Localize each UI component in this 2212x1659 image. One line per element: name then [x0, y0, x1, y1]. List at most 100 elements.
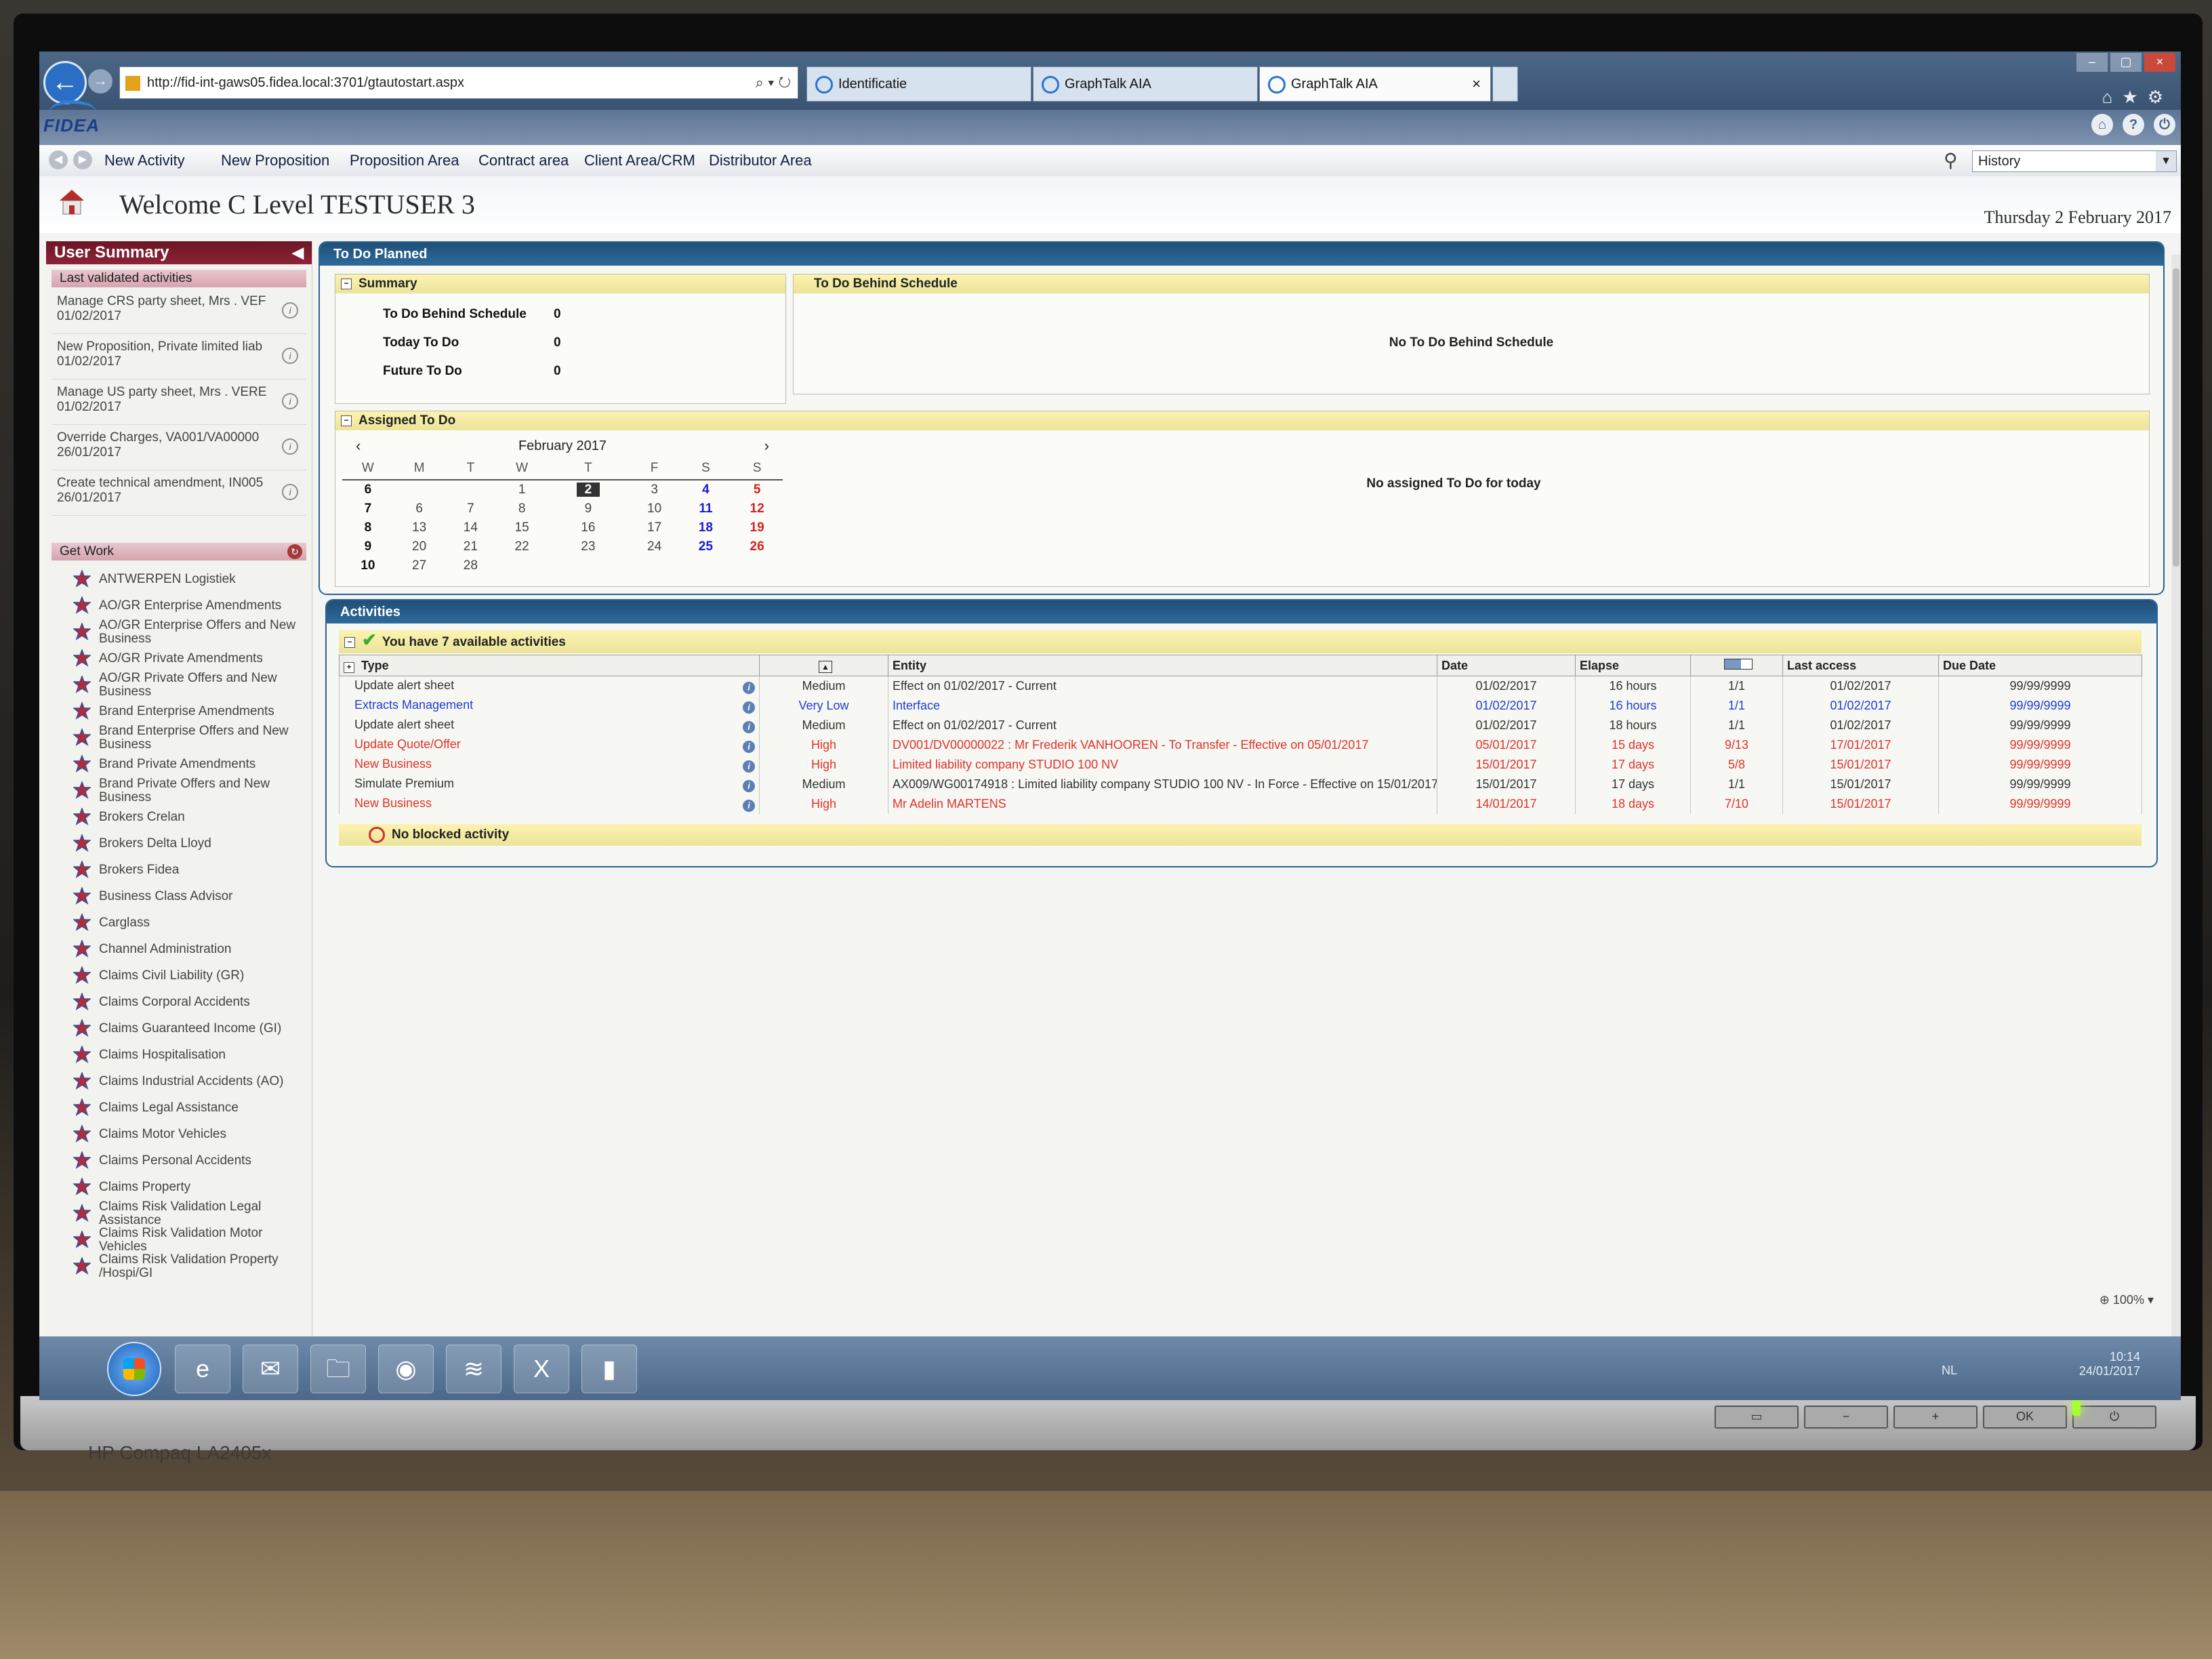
get-work-item[interactable]: Claims Industrial Accidents (AO)	[46, 1068, 312, 1094]
calendar-day[interactable]: 3	[629, 480, 680, 499]
col-due-date[interactable]: Due Date	[1938, 655, 2142, 676]
menu-new-proposition[interactable]: New Proposition	[221, 145, 329, 176]
get-work-item[interactable]: AO/GR Private Offers and New Business	[46, 671, 312, 698]
favorites-star-icon[interactable]: ★	[2122, 87, 2147, 107]
tab-identificatie[interactable]: Identificatie	[806, 66, 1031, 102]
info-icon[interactable]: i	[743, 800, 755, 812]
get-work-item[interactable]: Claims Personal Accidents	[46, 1147, 312, 1174]
recent-activity-item[interactable]: Create technical amendment, IN005 26/01/2…	[52, 472, 306, 516]
refresh-icon[interactable]: ↻	[778, 74, 791, 91]
get-work-item[interactable]: Claims Property	[46, 1174, 312, 1200]
col-progress[interactable]	[1690, 655, 1783, 676]
activity-entity[interactable]: AX009/WG00174918 : Limited liability com…	[888, 775, 1437, 794]
minimize-button[interactable]: –	[2076, 53, 2108, 72]
home-icon[interactable]: ⌂	[2102, 87, 2123, 107]
collapse-minus-icon[interactable]: −	[344, 636, 355, 648]
calendar-day[interactable]: 6	[394, 499, 445, 518]
activity-entity[interactable]: Limited liability company STUDIO 100 NV	[888, 755, 1437, 775]
calendar-day[interactable]: 10	[629, 499, 680, 518]
menu-contract-area[interactable]: Contract area	[478, 145, 569, 176]
col-date[interactable]: Date	[1437, 655, 1576, 676]
tab-graphtalk-2[interactable]: GraphTalk AIA ×	[1259, 66, 1491, 102]
activity-type[interactable]: Update alert sheet i	[339, 676, 760, 696]
get-work-item[interactable]: Brokers Fidea	[46, 857, 312, 883]
menu-forward-icon[interactable]: ▶	[73, 150, 92, 169]
search-icon[interactable]: ⌕	[756, 74, 764, 91]
calendar-day[interactable]: 19	[731, 518, 783, 537]
col-priority[interactable]: ▲	[759, 655, 888, 676]
menu-client-area-crm[interactable]: Client Area/CRM	[584, 145, 695, 176]
activity-entity[interactable]: Effect on 01/02/2017 - Current	[888, 676, 1437, 696]
zoom-level[interactable]: ⊕ 100% ▾	[2100, 1293, 2154, 1307]
menu-proposition-area[interactable]: Proposition Area	[350, 145, 459, 176]
activity-type[interactable]: Update alert sheet i	[339, 716, 760, 735]
get-work-item[interactable]: Claims Guaranteed Income (GI)	[46, 1015, 312, 1042]
get-work-item[interactable]: Brokers Crelan	[46, 804, 312, 830]
new-tab-button[interactable]	[1492, 66, 1518, 102]
logout-icon[interactable]: ⏻	[2154, 114, 2175, 136]
activity-row[interactable]: New Business i High Mr Adelin MARTENS 14/01/…	[339, 794, 2142, 814]
start-button[interactable]	[107, 1342, 161, 1396]
menu-new-activity[interactable]: New Activity	[104, 145, 185, 176]
menu-back-icon[interactable]: ◀	[49, 150, 68, 169]
outlook-taskbar-icon[interactable]: ✉	[243, 1345, 298, 1393]
scrollbar-thumb[interactable]	[2173, 268, 2179, 567]
menu-distributor-area[interactable]: Distributor Area	[709, 145, 812, 176]
calendar-day[interactable]: 14	[445, 518, 497, 537]
calendar-day[interactable]: 2	[548, 480, 629, 499]
monitor-plus-button[interactable]: +	[1893, 1406, 1978, 1429]
page-scrollbar[interactable]	[2171, 255, 2181, 1339]
calendar-day[interactable]: 22	[496, 537, 548, 556]
excel-taskbar-icon[interactable]: X	[514, 1345, 569, 1393]
monitor-power-button[interactable]: ⏻	[2072, 1406, 2156, 1429]
address-tools[interactable]: ⌕ ▾ ↻	[756, 67, 791, 98]
get-work-item[interactable]: Brokers Delta Lloyd	[46, 830, 312, 857]
recent-activity-item[interactable]: New Proposition, Private limited liab 01/…	[52, 335, 306, 380]
get-work-item[interactable]: AO/GR Enterprise Offers and New Business	[46, 618, 312, 645]
get-work-item[interactable]: Claims Civil Liability (GR)	[46, 962, 312, 989]
activity-entity[interactable]: DV001/DV00000022 : Mr Frederik VANHOOREN…	[888, 735, 1437, 755]
recent-activity-item[interactable]: Override Charges, VA001/VA00000 26/01/201…	[52, 426, 306, 470]
priority-sort-icon[interactable]: ▲	[819, 660, 832, 673]
calendar-day[interactable]: 24	[629, 537, 680, 556]
chrome-taskbar-icon[interactable]: ◉	[378, 1345, 434, 1393]
info-icon[interactable]: i	[282, 438, 298, 455]
activity-row[interactable]: New Business i High Limited liability compa…	[339, 755, 2142, 775]
get-work-item[interactable]: Claims Corporal Accidents	[46, 989, 312, 1015]
activity-type[interactable]: Extracts Management i	[339, 696, 760, 716]
get-work-item[interactable]: Brand Private Offers and New Business	[46, 777, 312, 804]
activity-entity[interactable]: Mr Adelin MARTENS	[888, 794, 1437, 814]
collapse-minus-icon[interactable]: −	[341, 278, 352, 289]
activity-row[interactable]: Update Quote/Offer i High DV001/DV00000022 …	[339, 735, 2142, 755]
calendar-day[interactable]: 18	[680, 518, 731, 537]
recent-activity-item[interactable]: Manage CRS party sheet, Mrs . VEF 01/02/2…	[52, 290, 306, 334]
system-clock[interactable]: 10:14 24/01/2017	[2079, 1350, 2140, 1378]
tab-graphtalk-1[interactable]: GraphTalk AIA	[1033, 66, 1258, 102]
calendar-day[interactable]: 23	[548, 537, 629, 556]
calendar-day[interactable]: 21	[445, 537, 497, 556]
calendar-day[interactable]: 25	[680, 537, 731, 556]
activity-row[interactable]: Extracts Management i Very Low Interface 01/…	[339, 696, 2142, 716]
chevron-down-icon[interactable]: ▼	[2156, 151, 2176, 171]
info-icon[interactable]: i	[743, 701, 755, 714]
language-indicator[interactable]: NL	[1942, 1364, 1957, 1378]
calendar-day[interactable]: 26	[731, 537, 783, 556]
expand-plus-icon[interactable]: +	[344, 661, 354, 673]
calendar-day[interactable]: 12	[731, 499, 783, 518]
calendar-day[interactable]: 20	[394, 537, 445, 556]
col-last-access[interactable]: Last access	[1782, 655, 1939, 676]
activity-entity[interactable]: Interface	[888, 696, 1437, 716]
refresh-icon[interactable]: ↻	[287, 544, 302, 559]
info-icon[interactable]: i	[743, 741, 755, 753]
info-icon[interactable]: i	[743, 780, 755, 792]
next-month-icon[interactable]: ›	[764, 434, 769, 457]
activity-type[interactable]: New Business i	[339, 794, 760, 814]
get-work-item[interactable]: Carglass	[46, 909, 312, 936]
col-entity[interactable]: Entity	[888, 655, 1437, 676]
calendar-day[interactable]: 9	[548, 499, 629, 518]
activity-type[interactable]: Update Quote/Offer i	[339, 735, 760, 755]
help-icon[interactable]: ?	[2123, 114, 2144, 136]
get-work-item[interactable]: AO/GR Enterprise Amendments	[46, 592, 312, 619]
calendar-day[interactable]: 28	[445, 556, 497, 575]
get-work-item[interactable]: ANTWERPEN Logistiek	[46, 566, 312, 592]
